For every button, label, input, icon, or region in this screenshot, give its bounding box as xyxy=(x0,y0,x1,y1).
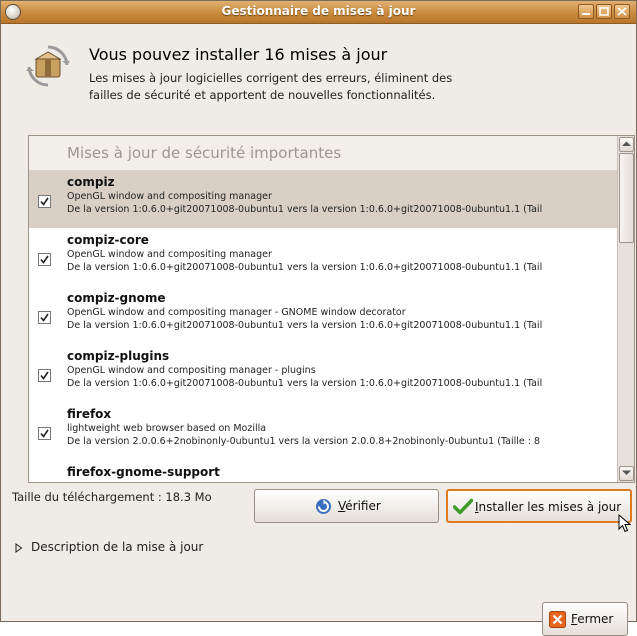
package-name: compiz-plugins xyxy=(67,349,170,363)
package-version: De la version 1:0.6.0+git20071008-0ubunt… xyxy=(67,378,543,389)
checkbox-check-icon xyxy=(40,313,49,322)
scroll-up-arrow-icon[interactable] xyxy=(619,137,634,152)
install-button-label: Installer les mises à jour xyxy=(475,500,622,514)
checkbox-check-icon xyxy=(40,429,49,438)
package-description: OpenGL window and compositing manager - … xyxy=(67,307,406,318)
section-header: Mises à jour de sécurité importantes xyxy=(29,136,617,171)
package-description: OpenGL window and compositing manager - … xyxy=(67,365,316,376)
close-icon xyxy=(549,611,566,628)
scrollbar-thumb[interactable] xyxy=(619,153,634,243)
update-checkbox[interactable] xyxy=(38,427,51,440)
list-item[interactable]: compiz-plugins OpenGL window and composit… xyxy=(29,344,617,402)
package-description: OpenGL window and compositing manager xyxy=(67,191,272,202)
mouse-pointer-icon xyxy=(618,514,632,533)
refresh-icon xyxy=(316,499,331,514)
package-name: compiz xyxy=(67,175,115,189)
close-window-button[interactable] xyxy=(614,4,630,19)
header-description: Les mises à jour logicielles corrigent d… xyxy=(89,71,453,102)
update-checkbox[interactable] xyxy=(38,311,51,324)
update-checkbox[interactable] xyxy=(38,195,51,208)
maximize-button[interactable] xyxy=(596,4,612,19)
list-item[interactable]: compiz OpenGL window and compositing mana… xyxy=(29,170,617,228)
package-name: compiz-gnome xyxy=(67,291,166,305)
list-scrollbar[interactable] xyxy=(617,136,634,482)
package-version: De la version 1:0.6.0+git20071008-0ubunt… xyxy=(67,204,543,215)
package-description: OpenGL window and compositing manager xyxy=(67,249,272,260)
checkbox-check-icon xyxy=(40,371,49,380)
install-updates-button[interactable]: Installer les mises à jour xyxy=(446,489,632,523)
title-bar[interactable]: Gestionnaire de mises à jour xyxy=(1,1,636,24)
update-manager-window: Gestionnaire de mises à jour Vous pouvez… xyxy=(0,0,637,636)
software-update-icon xyxy=(26,45,70,87)
update-description-expander[interactable]: Description de la mise à jour xyxy=(31,540,203,554)
close-button-label: Fermer xyxy=(571,612,614,626)
check-button-label: Vérifier xyxy=(338,499,381,513)
package-name: firefox-gnome-support xyxy=(67,465,220,479)
section-title: Mises à jour de sécurité importantes xyxy=(67,144,342,162)
minimize-button[interactable] xyxy=(578,4,594,19)
list-item[interactable]: compiz-gnome OpenGL window and compositin… xyxy=(29,286,617,344)
checkbox-check-icon xyxy=(40,255,49,264)
list-item[interactable]: firefox lightweight web browser based on … xyxy=(29,402,617,460)
update-checkbox[interactable] xyxy=(38,369,51,382)
close-button[interactable]: Fermer xyxy=(542,602,628,636)
download-size-label: Taille du téléchargement : 18.3 Mo xyxy=(12,490,212,504)
package-version: De la version 1:0.6.0+git20071008-0ubunt… xyxy=(67,320,543,331)
expander-arrow-icon[interactable] xyxy=(15,543,23,553)
list-item[interactable]: firefox-gnome-support xyxy=(29,460,617,482)
package-name: firefox xyxy=(67,407,112,421)
package-version: De la version 2.0.0.6+2nobinonly-0ubuntu… xyxy=(67,436,541,447)
package-name: compiz-core xyxy=(67,233,149,247)
updates-list[interactable]: Mises à jour de sécurité importantes com… xyxy=(28,135,635,483)
package-version: De la version 1:0.6.0+git20071008-0ubunt… xyxy=(67,262,543,273)
checkmark-icon xyxy=(453,498,473,515)
check-button[interactable]: Vérifier xyxy=(254,489,439,523)
scroll-down-arrow-icon[interactable] xyxy=(619,466,634,481)
page-title: Vous pouvez installer 16 mises à jour xyxy=(89,45,388,64)
update-checkbox[interactable] xyxy=(38,253,51,266)
list-item[interactable]: compiz-core OpenGL window and compositing… xyxy=(29,228,617,286)
checkbox-check-icon xyxy=(40,197,49,206)
window-title: Gestionnaire de mises à jour xyxy=(221,4,416,18)
package-description: lightweight web browser based on Mozilla xyxy=(67,423,267,434)
